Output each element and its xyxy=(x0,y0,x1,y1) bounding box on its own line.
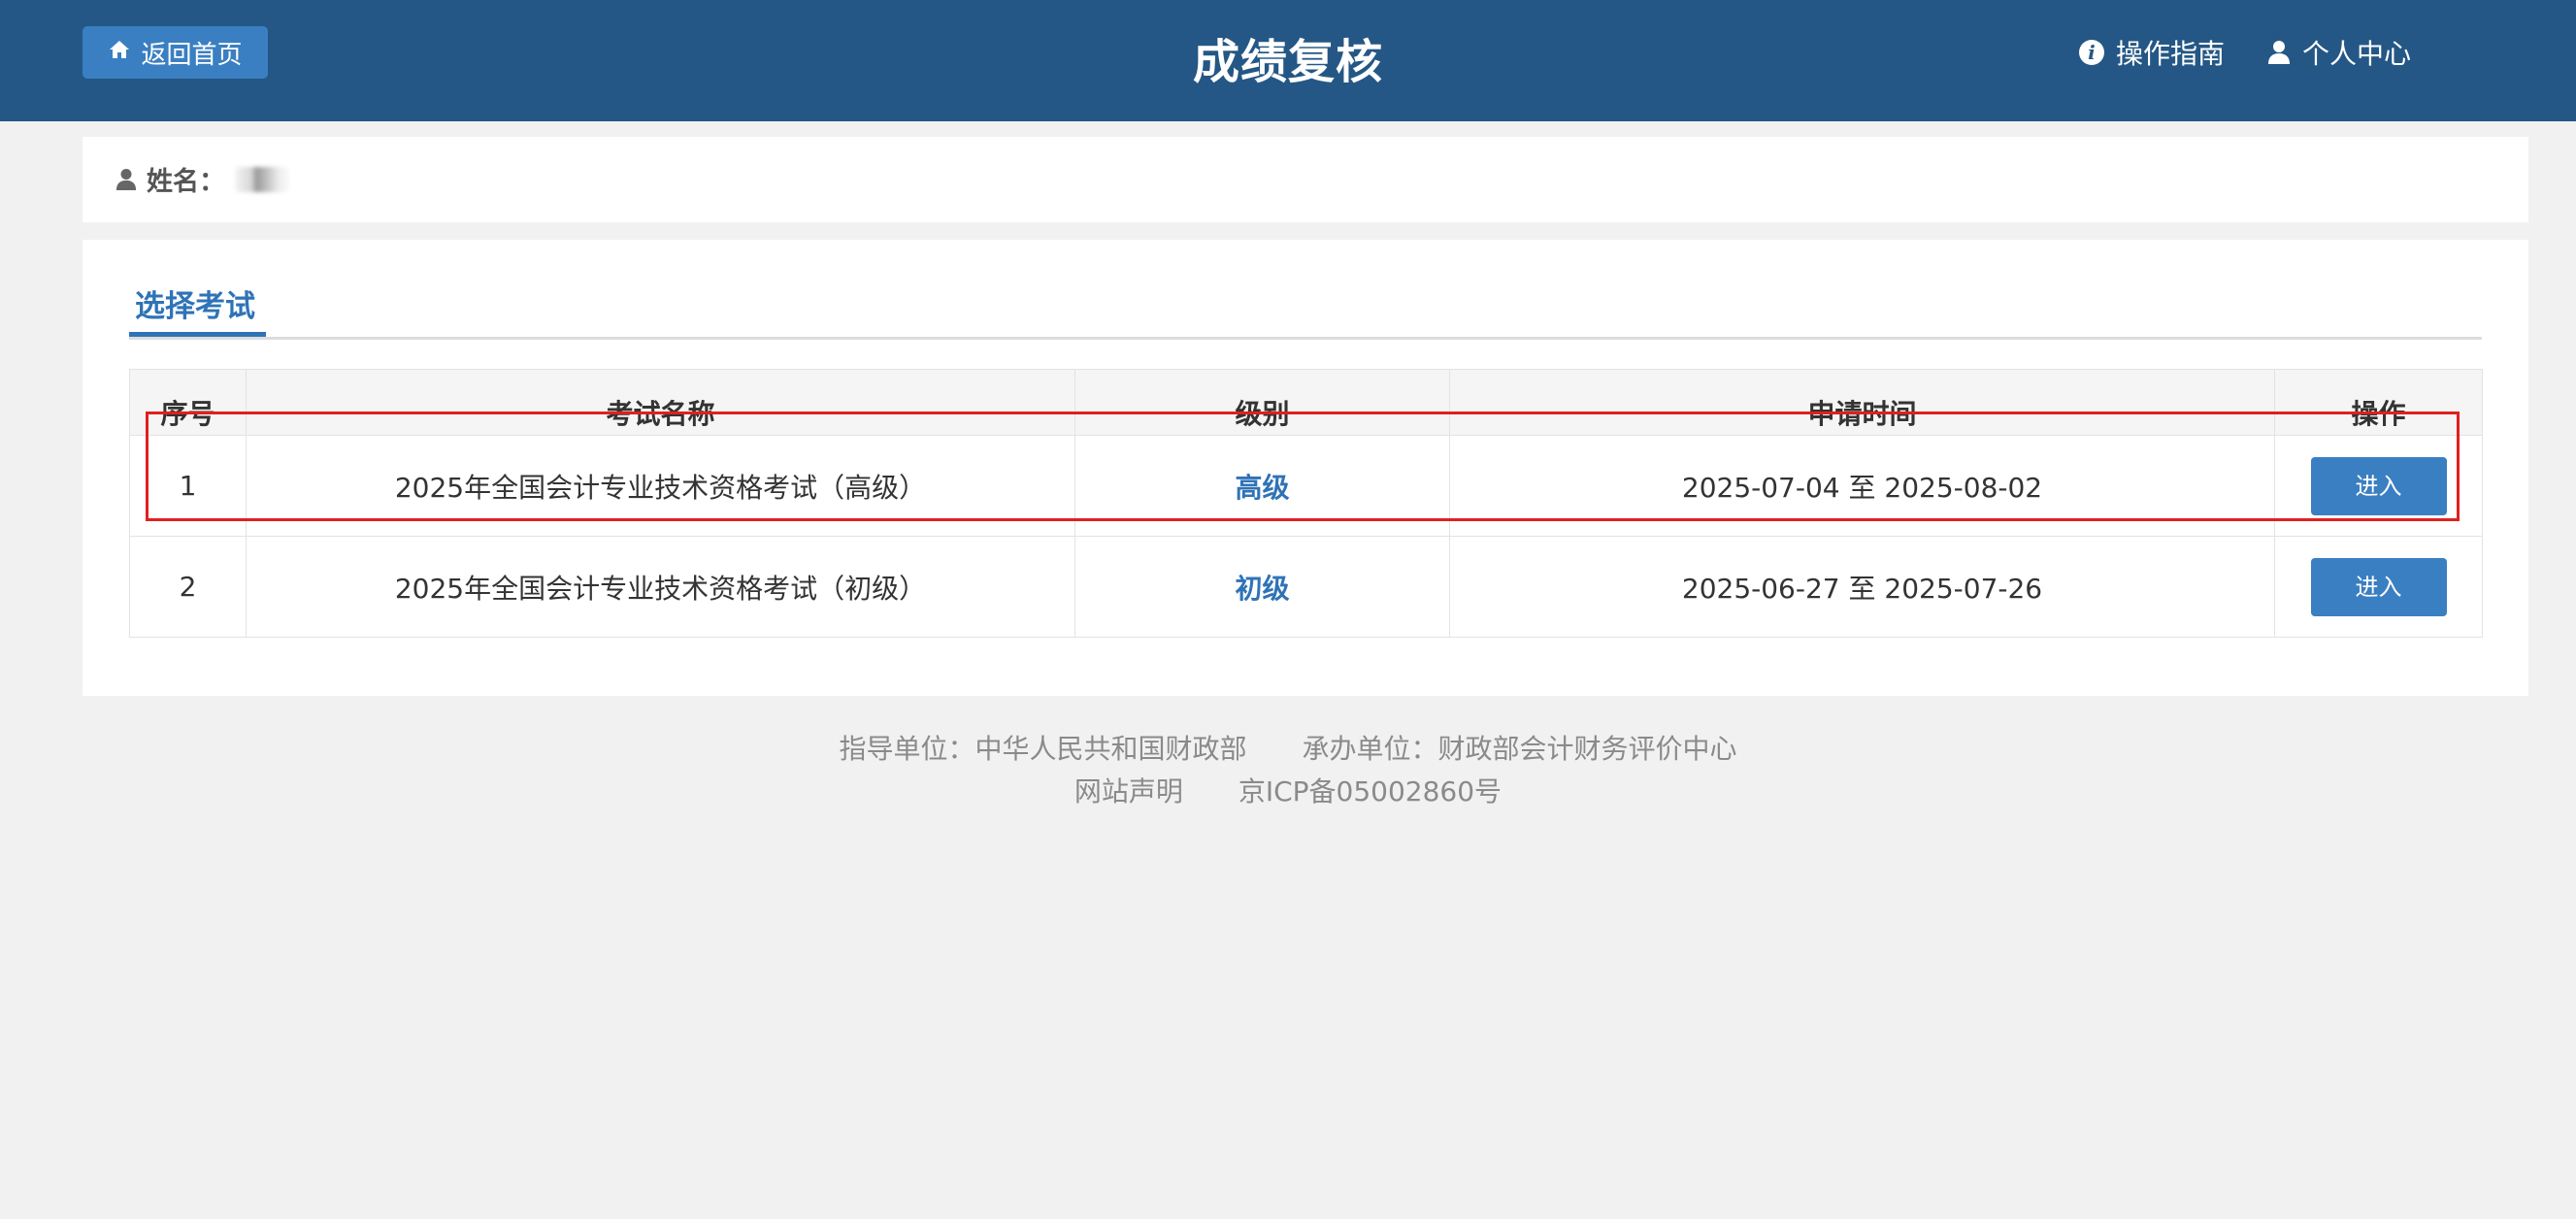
personal-center-label: 个人中心 xyxy=(2301,38,2411,70)
row-action: 进入 xyxy=(2274,435,2483,537)
exam-select-panel: 选择考试 序号 考试名称 级别 申请时间 操作 1 2025年全国会计专业技术资… xyxy=(83,240,2528,696)
guide-link[interactable]: i 操作指南 xyxy=(2078,33,2225,72)
table-row: 1 2025年全国会计专业技术资格考试（高级） 高级 2025-07-04 至 … xyxy=(129,435,2483,537)
table-row: 2 2025年全国会计专业技术资格考试（初级） 初级 2025-06-27 至 … xyxy=(129,536,2483,638)
masked-name-value xyxy=(235,166,289,192)
enter-button[interactable]: 进入 xyxy=(2310,456,2447,515)
host-unit-text: 承办单位：财政部会计财务评价中心 xyxy=(1302,733,1737,765)
icp-link[interactable]: 京ICP备05002860号 xyxy=(1238,775,1502,807)
user-icon xyxy=(116,168,137,191)
row-exam-name: 2025年全国会计专业技术资格考试（高级） xyxy=(246,435,1075,537)
tab-select-exam[interactable]: 选择考试 xyxy=(129,282,266,337)
footer: 指导单位：中华人民共和国财政部 承办单位：财政部会计财务评价中心 网站声明 京I… xyxy=(0,728,2576,813)
row-action: 进入 xyxy=(2274,536,2483,638)
name-label: 姓名： xyxy=(147,167,225,197)
top-header: 返回首页 成绩复核 i 操作指南 个人中心 xyxy=(0,0,2576,121)
personal-center-link[interactable]: 个人中心 xyxy=(2267,33,2411,72)
footer-links: 网站声明 京ICP备05002860号 xyxy=(0,771,2576,813)
header-exam-name: 考试名称 xyxy=(246,369,1075,436)
row-level: 高级 xyxy=(1074,435,1450,537)
statement-link[interactable]: 网站声明 xyxy=(1074,775,1183,807)
header-action: 操作 xyxy=(2274,369,2483,436)
row-index: 2 xyxy=(129,536,247,638)
user-icon xyxy=(2267,40,2291,65)
user-info-bar: 姓名： xyxy=(83,137,2528,222)
header-nav: i 操作指南 个人中心 xyxy=(2078,33,2411,72)
header-apply-time: 申请时间 xyxy=(1449,369,2275,436)
header-level: 级别 xyxy=(1074,369,1450,436)
row-apply-time: 2025-07-04 至 2025-08-02 xyxy=(1449,435,2275,537)
tab-bar: 选择考试 xyxy=(129,282,2482,340)
header-index: 序号 xyxy=(129,369,247,436)
guide-unit-text: 指导单位：中华人民共和国财政部 xyxy=(839,733,1247,765)
enter-button[interactable]: 进入 xyxy=(2310,557,2447,616)
row-exam-name: 2025年全国会计专业技术资格考试（初级） xyxy=(246,536,1075,638)
level-text: 初级 xyxy=(1235,572,1290,605)
guide-label: 操作指南 xyxy=(2115,38,2225,70)
row-index: 1 xyxy=(129,435,247,537)
level-text: 高级 xyxy=(1235,471,1290,504)
row-level: 初级 xyxy=(1074,536,1450,638)
row-apply-time: 2025-06-27 至 2025-07-26 xyxy=(1449,536,2275,638)
exam-table: 序号 考试名称 级别 申请时间 操作 1 2025年全国会计专业技术资格考试（高… xyxy=(129,369,2483,638)
table-header-row: 序号 考试名称 级别 申请时间 操作 xyxy=(129,369,2483,436)
user-name: 姓名： xyxy=(116,160,289,198)
info-icon: i xyxy=(2078,40,2104,65)
footer-units: 指导单位：中华人民共和国财政部 承办单位：财政部会计财务评价中心 xyxy=(0,728,2576,771)
